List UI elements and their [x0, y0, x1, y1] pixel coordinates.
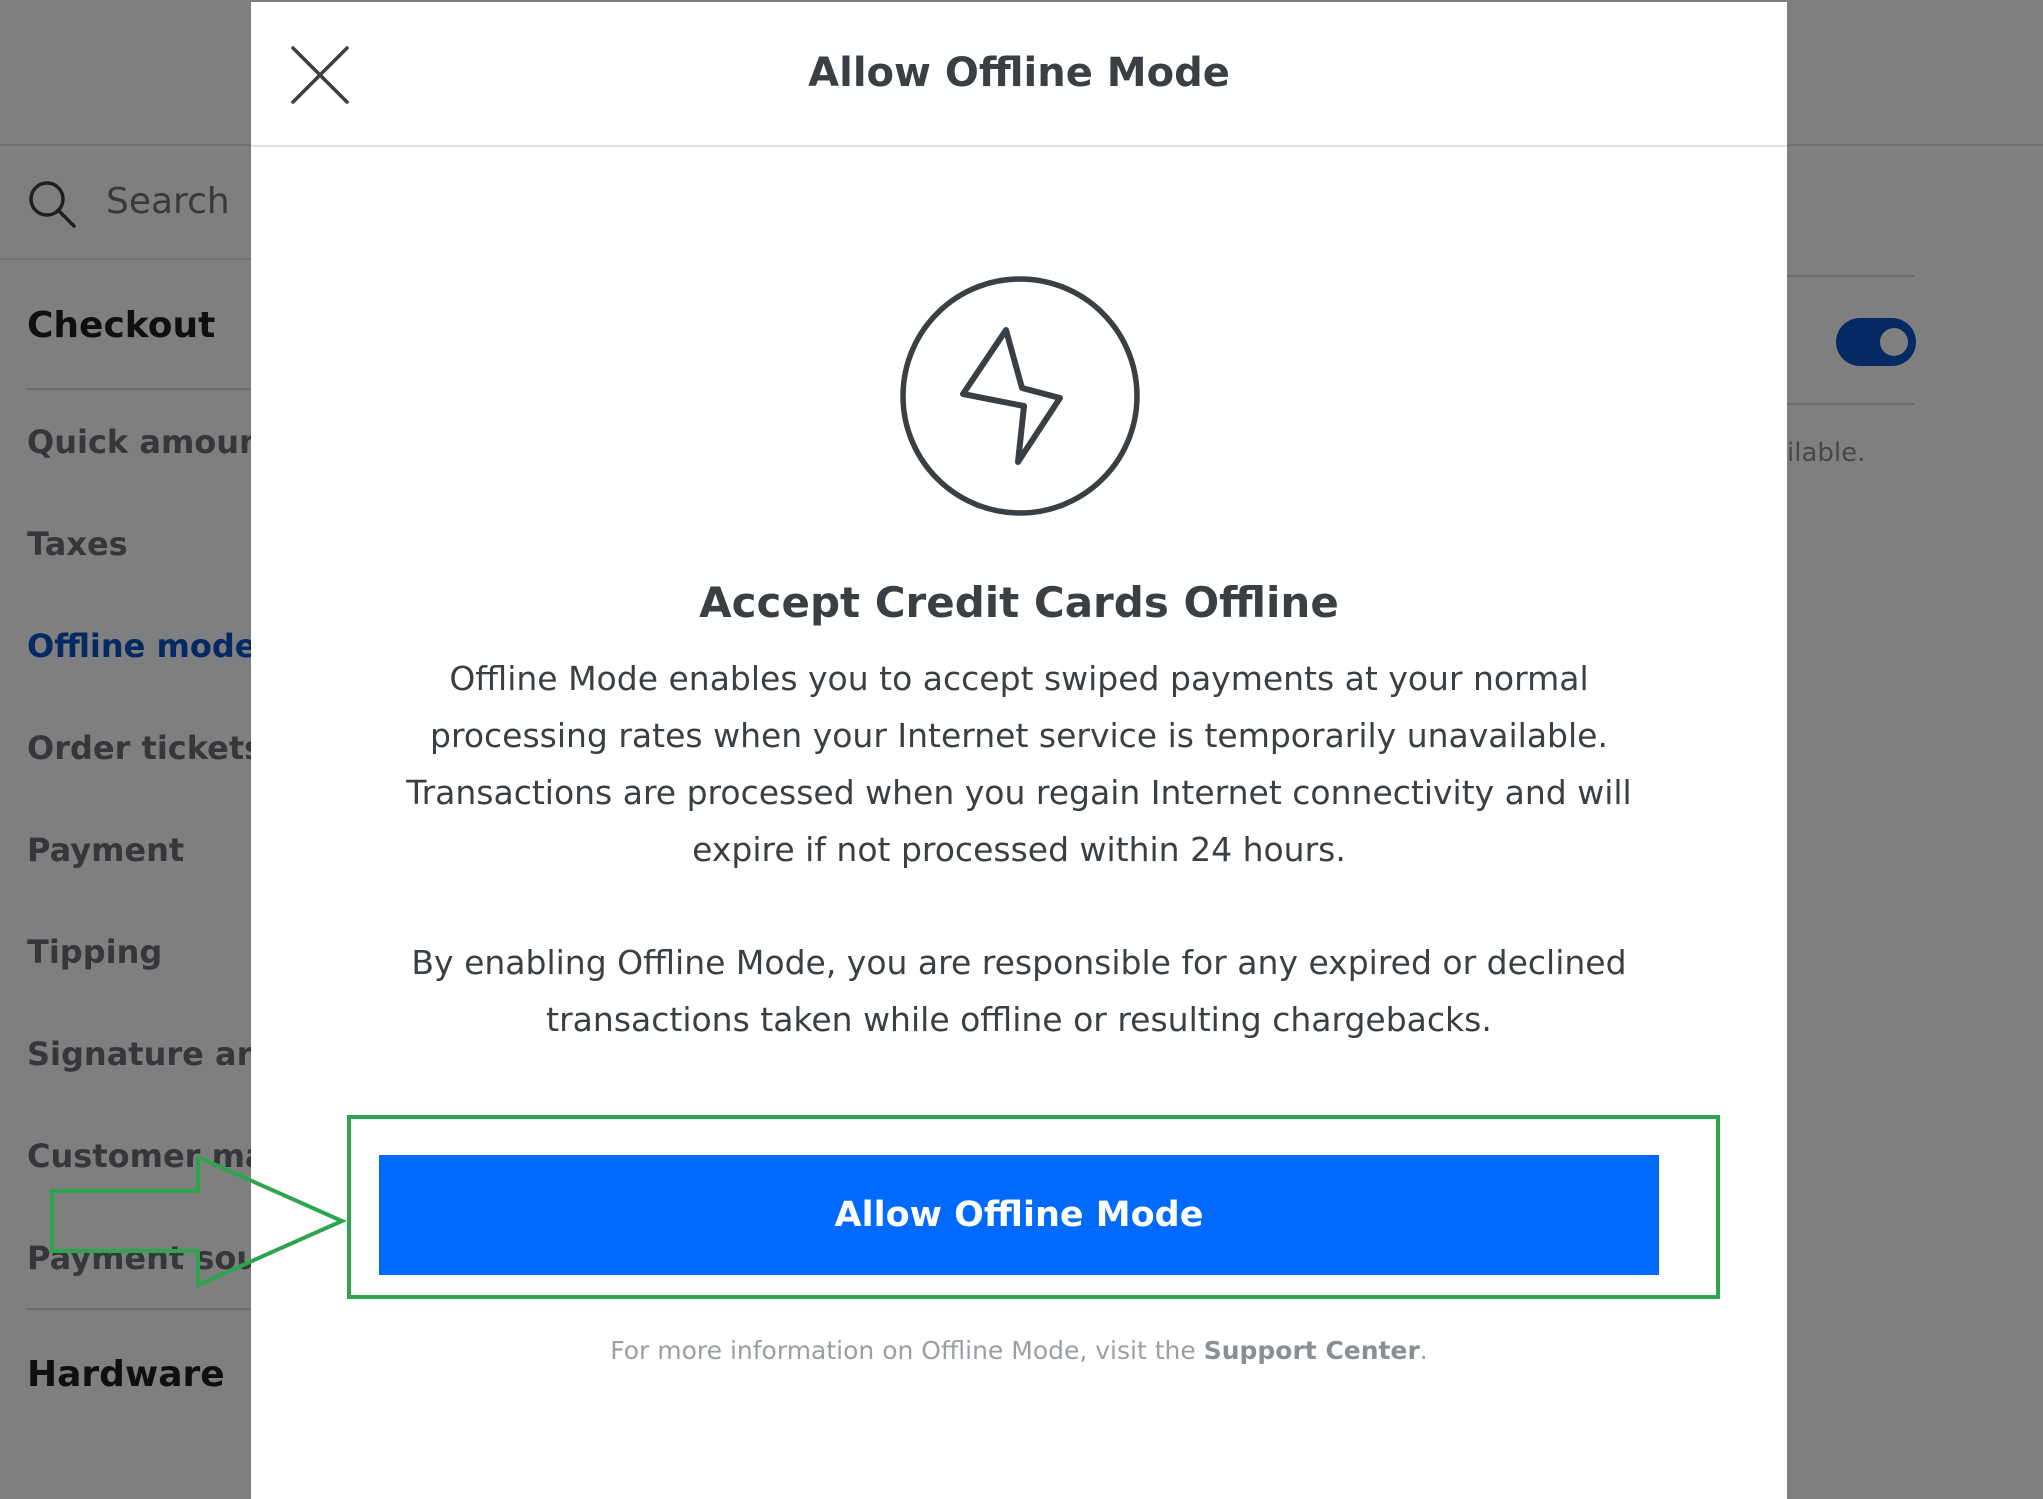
arrow-annotation-icon	[50, 1155, 347, 1289]
lightning-bolt-icon	[900, 276, 1140, 516]
footer-text: For more information on Offline Mode, vi…	[610, 1336, 1204, 1365]
dialog-disclaimer: By enabling Offline Mode, you are respon…	[411, 943, 1627, 1039]
allow-offline-mode-button[interactable]: Allow Offline Mode	[379, 1155, 1659, 1275]
dialog-headline: Accept Credit Cards Offline	[699, 578, 1339, 627]
dialog-footer: For more information on Offline Mode, vi…	[251, 1336, 1787, 1365]
allow-offline-mode-dialog: Allow Offline Mode Accept Credit Cards O…	[251, 2, 1787, 1499]
dialog-description: Offline Mode enables you to accept swipe…	[406, 659, 1632, 869]
footer-suffix: .	[1419, 1336, 1428, 1365]
dialog-title: Allow Offline Mode	[808, 50, 1230, 96]
dialog-header: Allow Offline Mode	[251, 2, 1787, 147]
support-center-link[interactable]: Support Center	[1204, 1336, 1420, 1365]
